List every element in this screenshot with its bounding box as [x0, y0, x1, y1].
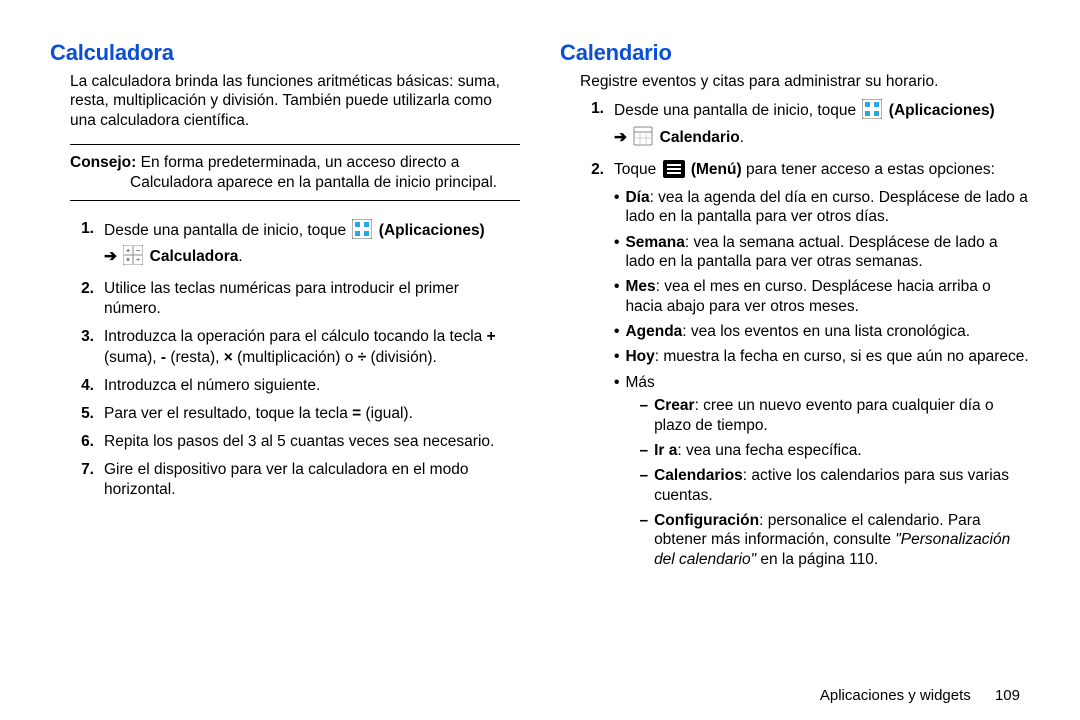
sub-crear: Crear: cree un nuevo evento para cualqui…	[639, 396, 1030, 435]
calc-step-6: 6. Repita los pasos del 3 al 5 cuantas v…	[70, 432, 520, 452]
opt-mas: Más Crear: cree un nuevo evento para cua…	[614, 373, 1030, 575]
apps-icon	[862, 99, 882, 125]
menu-options: Día: vea la agenda del día en curso. Des…	[614, 188, 1030, 575]
mas-suboptions: Crear: cree un nuevo evento para cualqui…	[625, 396, 1030, 569]
sub-calendarios: Calendarios: active los calendarios para…	[639, 466, 1030, 505]
calc-step-7: 7. Gire el dispositivo para ver la calcu…	[70, 460, 520, 500]
column-left: Calculadora La calculadora brinda las fu…	[50, 30, 520, 670]
svg-text:×: ×	[126, 257, 130, 264]
svg-text:+: +	[126, 248, 130, 255]
tip-text: Consejo: En forma predeterminada, un acc…	[70, 153, 520, 192]
cal-steps: 1. Desde una pantalla de inicio, toque (…	[580, 99, 1030, 581]
column-right: Calendario Registre eventos y citas para…	[560, 30, 1030, 670]
sub-configuracion: Configuración: personalice el calendario…	[639, 511, 1030, 569]
page-body: Calculadora La calculadora brinda las fu…	[0, 0, 1080, 680]
calc-steps: 1. Desde una pantalla de inicio, toque (…	[70, 219, 520, 501]
svg-text:÷: ÷	[136, 257, 140, 264]
heading-calendario: Calendario	[560, 40, 1030, 66]
page-footer: Aplicaciones y widgets 109	[820, 687, 1020, 704]
svg-text:−: −	[136, 248, 140, 255]
cal-intro: Registre eventos y citas para administra…	[580, 72, 1030, 91]
apps-icon	[352, 219, 372, 245]
tip-label: Consejo:	[70, 154, 136, 171]
opt-dia: Día: vea la agenda del día en curso. Des…	[614, 188, 1030, 227]
opt-agenda: Agenda: vea los eventos en una lista cro…	[614, 322, 1030, 341]
calc-step-4: 4. Introduzca el número siguiente.	[70, 376, 520, 396]
opt-semana: Semana: vea la semana actual. Desplácese…	[614, 233, 1030, 272]
footer-page-number: 109	[995, 687, 1020, 704]
heading-calculadora: Calculadora	[50, 40, 520, 66]
calendar-icon	[633, 126, 653, 152]
footer-section: Aplicaciones y widgets	[820, 687, 971, 704]
calculator-icon: +−× ÷	[123, 245, 143, 271]
calc-step-3: 3. Introduzca la operación para el cálcu…	[70, 327, 520, 367]
opt-mes: Mes: vea el mes en curso. Desplácese hac…	[614, 277, 1030, 316]
calc-intro: La calculadora brinda las funciones arit…	[70, 72, 520, 130]
sub-ira: Ir a: vea una fecha específica.	[639, 441, 1030, 460]
opt-hoy: Hoy: muestra la fecha en curso, si es qu…	[614, 347, 1030, 366]
cal-step-2: 2. Toque (Menú) para tener acceso a esta…	[580, 160, 1030, 582]
tip-body: En forma predeterminada, un acceso direc…	[130, 154, 497, 190]
menu-icon	[663, 160, 685, 184]
calc-step-5: 5. Para ver el resultado, toque la tecla…	[70, 404, 520, 424]
calc-step-1: 1. Desde una pantalla de inicio, toque (…	[70, 219, 520, 271]
cal-step-1: 1. Desde una pantalla de inicio, toque (…	[580, 99, 1030, 151]
tip-block: Consejo: En forma predeterminada, un acc…	[70, 144, 520, 201]
calc-step-2: 2. Utilice las teclas numéricas para int…	[70, 279, 520, 319]
